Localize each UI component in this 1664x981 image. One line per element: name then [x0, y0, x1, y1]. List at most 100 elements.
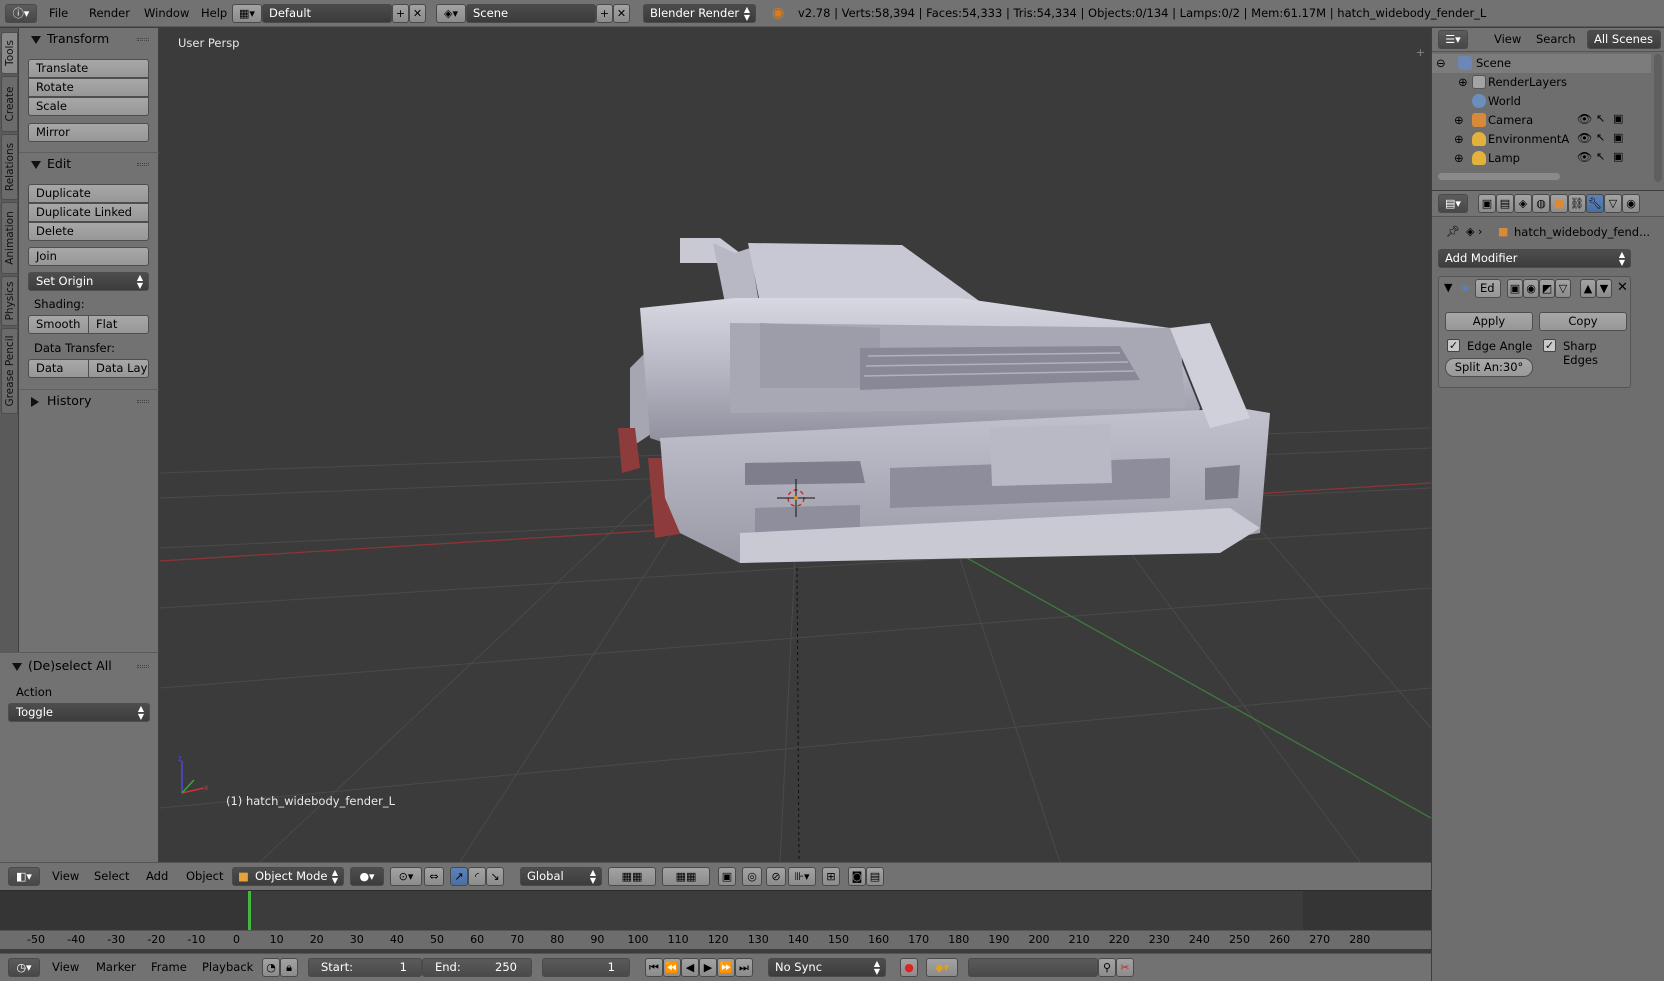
expand-icon[interactable]: ⊕ — [1458, 73, 1468, 92]
play-icon[interactable]: ▶ — [699, 958, 717, 977]
mirror-button[interactable]: Mirror — [28, 123, 149, 142]
tab-create[interactable]: Create — [1, 76, 18, 132]
keying-set-icon[interactable]: ◆▾ — [926, 958, 958, 977]
editor-type-outliner-icon[interactable]: ☰▾ — [1438, 30, 1468, 49]
move-up-icon[interactable]: ▲ — [1580, 279, 1596, 298]
menu-window[interactable]: Window — [144, 4, 189, 23]
start-frame-field[interactable]: Start: 1 — [308, 958, 422, 977]
show-viewport-icon[interactable]: ◉ — [1523, 279, 1539, 298]
sharp-edges-checkbox[interactable]: ✓ — [1543, 339, 1556, 352]
duplicate-linked-button[interactable]: Duplicate Linked — [28, 203, 149, 222]
end-frame-field[interactable]: End: 250 — [422, 958, 532, 977]
expand-icon[interactable]: ⊕ — [1454, 111, 1464, 130]
tab-relations[interactable]: Relations — [1, 134, 18, 200]
panel-history-header[interactable]: History — [19, 389, 159, 411]
shade-smooth-button[interactable]: Smooth — [28, 315, 89, 334]
scale-manipulator-icon[interactable]: ↘ — [486, 867, 504, 886]
editor-type-timeline-icon[interactable]: ◷▾ — [8, 958, 40, 977]
duplicate-button[interactable]: Duplicate — [28, 184, 149, 203]
render-camera-icon[interactable]: ▣ — [1613, 150, 1623, 163]
data-layout-button[interactable]: Data Layo — [88, 359, 149, 378]
data-tab-icon[interactable]: ▽ — [1604, 194, 1622, 213]
lock-layers-icon[interactable]: ▣ — [718, 867, 736, 886]
shade-flat-button[interactable]: Flat — [88, 315, 149, 334]
rotate-button[interactable]: Rotate — [28, 78, 149, 97]
menu-view[interactable]: View — [52, 867, 79, 886]
screen-layout-icon[interactable]: ▦▾ — [232, 4, 262, 23]
expand-icon[interactable]: ⊖ — [1436, 54, 1446, 73]
constraints-tab-icon[interactable]: ⛓ — [1568, 194, 1586, 213]
action-select[interactable]: Toggle ▲ ▼ — [8, 703, 150, 722]
scene-tab-icon[interactable]: ◈ — [1514, 194, 1532, 213]
select-arrow-icon[interactable]: ↖ — [1596, 150, 1605, 163]
material-tab-icon[interactable]: ◉ — [1622, 194, 1640, 213]
outliner-hscrollbar[interactable] — [1438, 173, 1560, 180]
drag-grip-icon[interactable] — [137, 38, 149, 41]
render-tab-icon[interactable]: ▣ — [1478, 194, 1496, 213]
3d-viewport[interactable]: z x User Persp (1) hatch_widebody_fender… — [160, 28, 1431, 862]
visibility-eye-icon[interactable]: 👁︎ — [1577, 112, 1592, 126]
display-mode-select[interactable]: All Scenes — [1587, 30, 1661, 49]
drag-grip-icon[interactable] — [137, 665, 149, 668]
modifiers-tab-icon[interactable]: 🔧︎ — [1586, 194, 1604, 213]
show-render-icon[interactable]: ▣ — [1507, 279, 1523, 298]
rotate-manipulator-icon[interactable]: ◜ — [468, 867, 486, 886]
editor-type-properties-icon[interactable]: ▤▾ — [1438, 194, 1468, 213]
tab-grease-pencil[interactable]: Grease Pencil — [1, 328, 18, 414]
render-camera-icon[interactable]: ▣ — [1613, 112, 1623, 125]
record-icon[interactable]: ● — [900, 958, 918, 977]
scale-button[interactable]: Scale — [28, 97, 149, 116]
menu-add[interactable]: Add — [146, 867, 168, 886]
tab-tools[interactable]: Tools — [1, 32, 18, 74]
expand-icon[interactable]: ⊕ — [1454, 130, 1464, 149]
panel-transform-header[interactable]: Transform — [19, 28, 159, 50]
menu-playback[interactable]: Playback — [202, 958, 253, 977]
render-camera-icon[interactable]: ▣ — [1613, 131, 1623, 144]
collapse-triangle-icon[interactable]: ▼ — [1444, 281, 1452, 294]
outliner-row-renderlayers[interactable]: ⊕ RenderLayers — [1432, 73, 1651, 92]
visibility-eye-icon[interactable]: 👁︎ — [1577, 150, 1592, 164]
show-editmode-icon[interactable]: ◩ — [1539, 279, 1555, 298]
delete-button[interactable]: Delete — [28, 222, 149, 241]
split-angle-field[interactable]: Split An:30° — [1445, 358, 1533, 377]
menu-marker[interactable]: Marker — [96, 958, 136, 977]
panel-edit-header[interactable]: Edit — [19, 152, 159, 174]
pivot-point-icon[interactable]: ⊙▾ — [390, 867, 422, 886]
outliner-menu-search[interactable]: Search — [1536, 30, 1576, 49]
insert-keyframe-icon[interactable]: ⚲ — [1098, 958, 1116, 977]
edge-angle-checkbox[interactable]: ✓ — [1447, 339, 1460, 352]
outliner-row-scene[interactable]: ⊖ Scene — [1432, 54, 1651, 73]
join-button[interactable]: Join — [28, 247, 149, 266]
viewport-shading-icon[interactable]: ●▾ — [350, 867, 384, 886]
add-layout-icon[interactable]: + — [392, 4, 409, 23]
editor-type-3d-icon[interactable]: ◧▾ — [8, 867, 40, 886]
delete-keyframe-icon[interactable]: ✂ — [1116, 958, 1134, 977]
tab-animation[interactable]: Animation — [1, 202, 18, 274]
sync-mode-select[interactable]: No Sync ▲ ▼ — [768, 958, 886, 977]
scene-select[interactable]: Scene — [466, 4, 596, 23]
data-transfer-button[interactable]: Data — [28, 359, 89, 378]
outliner-scrollbar[interactable] — [1654, 54, 1662, 182]
area-split-plus-icon[interactable]: + — [1416, 46, 1425, 59]
lock-range-icon[interactable]: 🔒︎ — [280, 958, 298, 977]
render-opengl-icon[interactable]: ◙ — [848, 867, 866, 886]
render-layers-tab-icon[interactable]: ▤ — [1496, 194, 1514, 213]
jump-start-icon[interactable]: ⏮ — [645, 958, 663, 977]
editor-type-info-icon[interactable]: ⓘ▾ — [5, 4, 37, 23]
set-origin-select[interactable]: Set Origin ▲ ▼ — [28, 272, 149, 291]
visibility-eye-icon[interactable]: 👁︎ — [1577, 131, 1592, 145]
snap-element-icon[interactable]: ⊪▾ — [788, 867, 816, 886]
scene-layers-2-icon[interactable]: ▦▦ — [662, 867, 710, 886]
jump-keyframe-forward-icon[interactable]: ⏩ — [717, 958, 735, 977]
active-keying-set-field[interactable] — [968, 958, 1098, 977]
modifier-name-field[interactable]: Ed — [1475, 279, 1501, 298]
proportional-edit-icon[interactable]: ◎ — [742, 867, 762, 886]
menu-select[interactable]: Select — [94, 867, 129, 886]
timeline-ruler[interactable]: -50 -40 -30 -20 -10 0 10 20 30 40 50 60 70 80 90 100 110… — [0, 930, 1431, 949]
snap-target-icon[interactable]: ⊞ — [822, 867, 840, 886]
pin-icon[interactable]: 📌︎ — [1446, 225, 1460, 238]
outliner-menu-view[interactable]: View — [1494, 30, 1521, 49]
drag-grip-icon[interactable] — [137, 400, 149, 403]
jump-end-icon[interactable]: ⏭ — [735, 958, 753, 977]
object-tab-icon[interactable]: ■ — [1550, 194, 1568, 213]
